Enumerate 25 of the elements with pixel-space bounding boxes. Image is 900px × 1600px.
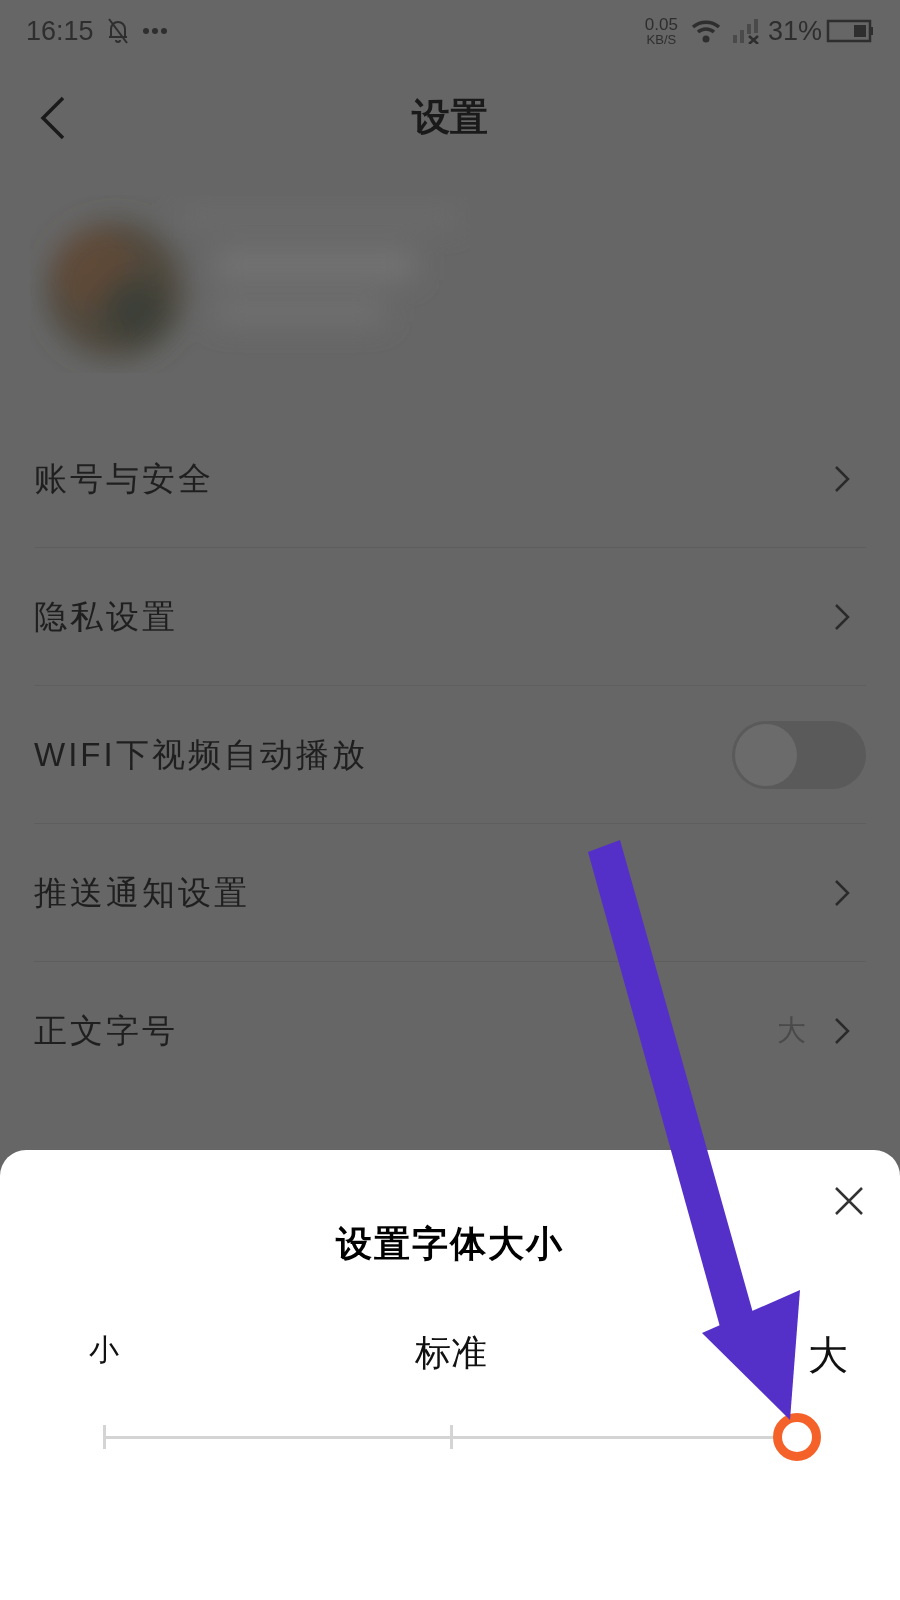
page-title: 设置 — [412, 92, 488, 141]
setting-label: 正文字号 — [34, 1011, 178, 1052]
setting-label: 推送通知设置 — [34, 872, 250, 913]
size-option[interactable]: 大 — [808, 1335, 848, 1375]
chevron-right-icon[interactable] — [834, 464, 850, 493]
more-icon — [141, 27, 168, 35]
size-option[interactable]: 小 — [89, 1335, 119, 1365]
chevron-right-icon[interactable] — [834, 602, 850, 631]
signal-icon — [731, 18, 760, 44]
size-option[interactable]: 标准 — [414, 1335, 487, 1371]
setting-label: 隐私设置 — [34, 596, 178, 637]
back-icon[interactable] — [40, 96, 66, 140]
battery-icon — [826, 19, 874, 43]
close-icon[interactable] — [835, 1187, 863, 1215]
chevron-right-icon[interactable] — [834, 1017, 850, 1045]
clock: 16:15 — [26, 14, 94, 48]
slider-thumb[interactable] — [773, 1413, 821, 1461]
sheet-title: 设置字体大小 — [336, 1221, 564, 1266]
network-speed: 0.05 — [644, 16, 678, 33]
chevron-right-icon[interactable] — [834, 878, 850, 907]
bell-off-icon — [105, 17, 130, 45]
setting-label: WIFI下视频自动播放 — [34, 734, 368, 775]
speed-unit: KB/S — [646, 33, 677, 46]
battery-percent: 31% — [767, 14, 822, 48]
setting-label: 账号与安全 — [34, 458, 214, 499]
